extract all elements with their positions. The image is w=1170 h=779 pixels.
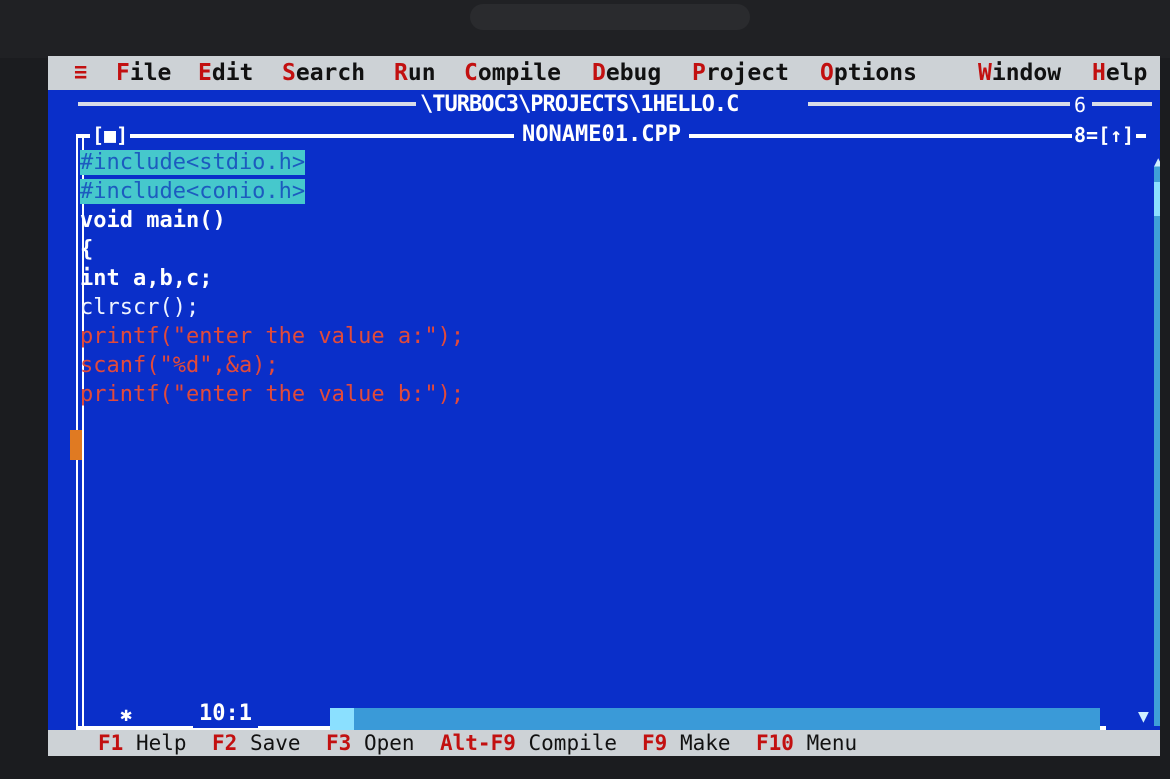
vertical-scroll-thumb[interactable] <box>1154 182 1160 216</box>
menu-options[interactable]: Options <box>820 58 917 88</box>
menu-file[interactable]: File <box>116 58 171 88</box>
horizontal-scrollbar[interactable] <box>330 708 1100 730</box>
status-help[interactable]: F1 Help <box>98 730 187 756</box>
code-editor[interactable]: #include<stdio.h> #include<conio.h> void… <box>80 148 1100 728</box>
menu-window[interactable]: Window <box>978 58 1061 88</box>
status-menu[interactable]: F10 Menu <box>756 730 857 756</box>
code-line[interactable]: #include<conio.h> <box>80 177 1100 206</box>
camera-bar <box>470 4 750 30</box>
laptop-bezel-bottom <box>0 756 1170 779</box>
back-window-frame-end <box>1092 102 1152 106</box>
menu-help[interactable]: Help <box>1092 58 1147 88</box>
vertical-scrollbar[interactable] <box>1154 166 1160 726</box>
menu-debug[interactable]: Debug <box>592 58 661 88</box>
modified-marker-icon: ✱ <box>120 702 133 726</box>
code-line[interactable]: scanf("%d",&a); <box>80 351 1100 380</box>
menu-compile[interactable]: Compile <box>464 58 561 88</box>
turbo-c-screen: ≡ File Edit Search Run Compile Debug Pro… <box>48 56 1160 756</box>
cursor-marker <box>70 430 82 460</box>
menu-bar: ≡ File Edit Search Run Compile Debug Pro… <box>48 56 1160 90</box>
menu-search[interactable]: Search <box>282 58 365 88</box>
status-compile[interactable]: Alt-F9 Compile <box>440 730 617 756</box>
laptop-bezel <box>0 0 1170 58</box>
code-line[interactable]: clrscr(); <box>80 293 1100 322</box>
scroll-down-arrow-icon[interactable]: ▼ <box>1138 706 1149 727</box>
back-window-frame-left <box>78 102 416 106</box>
window-title: NONAME01.CPP <box>514 122 689 148</box>
close-box-button[interactable]: [■] <box>90 122 131 148</box>
code-line[interactable]: #include<stdio.h> <box>80 148 1100 177</box>
cursor-position: 10:1 <box>193 700 258 728</box>
horizontal-scroll-thumb[interactable] <box>330 708 354 730</box>
back-window-title[interactable]: \TURBOC3\PROJECTS\1HELLO.C <box>420 92 739 118</box>
code-line[interactable]: int a,b,c; <box>80 264 1100 293</box>
menu-project[interactable]: Project <box>692 58 789 88</box>
zoom-button[interactable]: 8=[↑] <box>1072 122 1137 148</box>
menu-edit[interactable]: Edit <box>198 58 253 88</box>
code-line[interactable]: printf("enter the value a:"); <box>80 322 1100 351</box>
system-menu-icon[interactable]: ≡ <box>74 58 87 88</box>
status-save[interactable]: F2 Save <box>212 730 301 756</box>
status-bar: F1 Help F2 Save F3 Open Alt-F9 Compile F… <box>48 730 1160 756</box>
status-open[interactable]: F3 Open <box>326 730 415 756</box>
back-window-number: 6 <box>1074 93 1087 117</box>
scroll-up-arrow-icon[interactable]: ▲ <box>1154 154 1160 170</box>
code-line[interactable]: { <box>80 235 1100 264</box>
status-make[interactable]: F9 Make <box>642 730 731 756</box>
menu-run[interactable]: Run <box>394 58 436 88</box>
code-line[interactable]: printf("enter the value b:"); <box>80 380 1100 409</box>
code-line[interactable]: void main() <box>80 206 1100 235</box>
back-window-frame-right <box>808 102 1070 106</box>
